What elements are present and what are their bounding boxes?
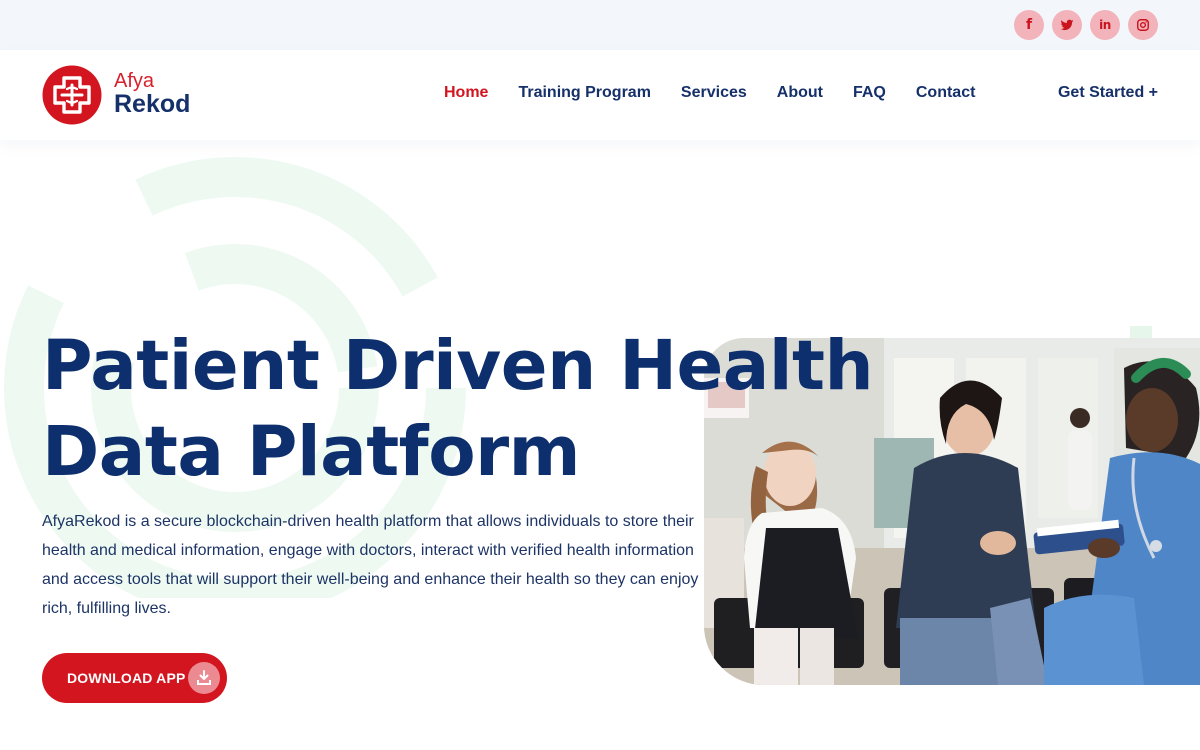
instagram-icon[interactable] (1128, 10, 1158, 40)
facebook-icon[interactable]: f (1014, 10, 1044, 40)
main-navbar: Afya Rekod Home Training Program Service… (0, 50, 1200, 140)
brand-logo[interactable]: Afya Rekod (42, 65, 190, 125)
medical-cross-logo (42, 65, 102, 125)
nav-home[interactable]: Home (444, 84, 488, 102)
linkedin-icon[interactable]: in (1090, 10, 1120, 40)
nav-about[interactable]: About (777, 84, 823, 102)
get-started-link[interactable]: Get Started + (1058, 84, 1158, 102)
logo-line-afya: Afya (114, 70, 155, 92)
download-icon (188, 662, 220, 694)
social-links: f in (1014, 10, 1158, 40)
download-app-button[interactable]: DOWNLOAD APP (42, 653, 227, 703)
hero-description: AfyaRekod is a secure blockchain-driven … (42, 513, 699, 617)
logo-text: Afya Rekod (114, 70, 191, 118)
nav-services[interactable]: Services (681, 84, 747, 102)
top-bar: f in (0, 0, 1200, 50)
primary-nav: Home Training Program Services About FAQ… (444, 84, 975, 102)
logo-line-rekod: Rekod (114, 90, 191, 118)
download-app-label: DOWNLOAD APP (67, 670, 186, 686)
hero-title-line-2: Data Platform (42, 412, 581, 492)
hero-title-line-1: Patient Driven Health (42, 326, 874, 406)
hero-title: Patient Driven Health Data Platform (42, 323, 874, 495)
nav-faq[interactable]: FAQ (853, 84, 886, 102)
twitter-icon[interactable] (1052, 10, 1082, 40)
nav-contact[interactable]: Contact (916, 84, 976, 102)
nav-training-program[interactable]: Training Program (518, 84, 650, 102)
